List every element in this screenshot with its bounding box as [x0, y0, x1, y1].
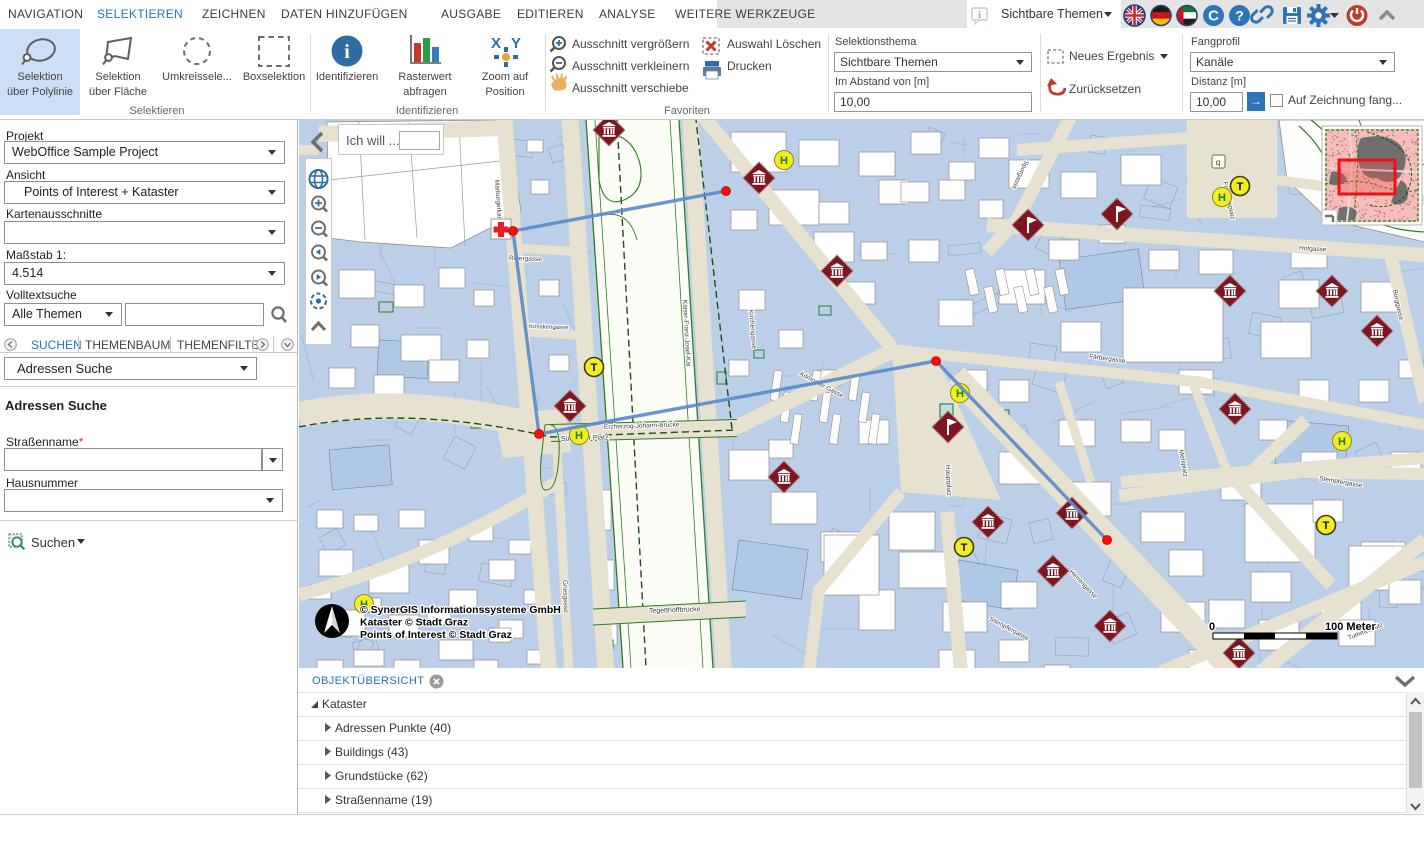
svg-text:© SynerGIS Informationssysteme: © SynerGIS Informationssysteme GmbH [360, 604, 561, 616]
svg-text:Griesgasse: Griesgasse [561, 580, 569, 613]
svg-text:T: T [961, 542, 968, 554]
svg-text:q: q [1216, 158, 1220, 167]
svg-text:C: C [1208, 8, 1219, 25]
svg-text:0: 0 [1209, 621, 1215, 633]
svg-text:i: i [978, 10, 981, 21]
svg-text:H: H [780, 155, 788, 167]
svg-text:Kataster © Stadt Graz: Kataster © Stadt Graz [360, 617, 468, 629]
svg-text:T: T [1323, 520, 1330, 532]
svg-text:T: T [591, 362, 598, 374]
svg-text:Hauptplatz: Hauptplatz [944, 465, 952, 496]
svg-text:Points of Interest © Stadt Gra: Points of Interest © Stadt Graz [360, 629, 512, 641]
svg-text:X: X [491, 35, 501, 52]
svg-text:Hofgasse: Hofgasse [1299, 245, 1327, 253]
svg-text:?: ? [1235, 8, 1244, 24]
svg-text:i: i [344, 41, 350, 63]
svg-text:T: T [1237, 181, 1244, 193]
svg-text:Rigergasse: Rigergasse [509, 255, 542, 263]
svg-text:H: H [1218, 192, 1226, 204]
svg-text:100 Meter: 100 Meter [1325, 621, 1376, 633]
svg-text:H: H [1338, 436, 1346, 448]
svg-text:Y: Y [511, 35, 521, 52]
svg-text:H: H [575, 430, 583, 442]
